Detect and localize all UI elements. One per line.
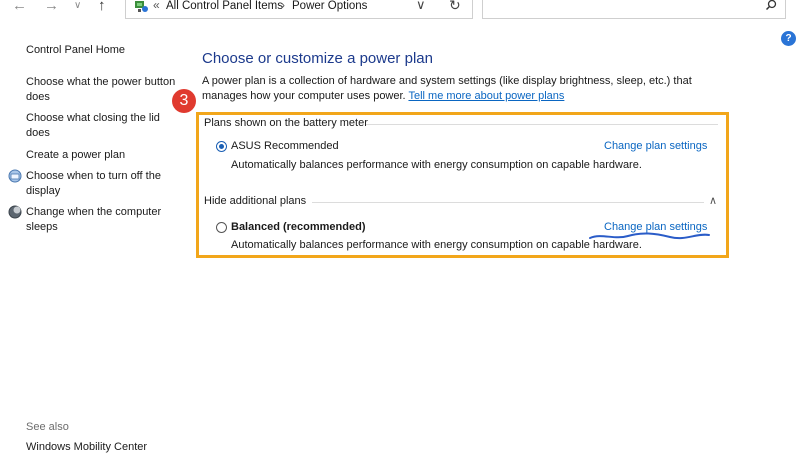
control-panel-home-link[interactable]: Control Panel Home <box>26 43 125 58</box>
chevron-down-icon[interactable]: ∨ <box>416 0 426 13</box>
breadcrumb-separator: › <box>281 0 285 12</box>
plan-name-balanced[interactable]: Balanced (recommended) <box>231 221 365 233</box>
intro-text: A power plan is a collection of hardware… <box>202 74 722 103</box>
group-divider <box>366 124 718 125</box>
plan-name-asus[interactable]: ASUS Recommended <box>231 140 339 152</box>
search-box[interactable] <box>482 0 786 19</box>
sleep-icon <box>8 205 22 219</box>
sidebar-item-create-plan[interactable]: Create a power plan <box>26 148 125 163</box>
windows-mobility-center-link[interactable]: Windows Mobility Center <box>26 441 147 453</box>
search-icon[interactable] <box>765 0 777 11</box>
help-icon[interactable]: ? <box>781 31 796 46</box>
breadcrumb-power-options[interactable]: Power Options <box>292 0 367 12</box>
group-divider <box>312 202 704 203</box>
sidebar-item-turn-off-display[interactable]: Choose when to turn off the display <box>26 169 176 198</box>
see-also-heading: See also <box>26 421 69 433</box>
group-hide-plans-label: Hide additional plans <box>204 195 307 207</box>
plan-radio-balanced[interactable] <box>216 222 227 233</box>
display-icon <box>8 169 22 183</box>
group-battery-meter-label: Plans shown on the battery meter <box>204 117 368 129</box>
sidebar: Control Panel Home Choose what the power… <box>0 0 190 453</box>
page-title: Choose or customize a power plan <box>202 50 433 67</box>
change-plan-settings-asus[interactable]: Change plan settings <box>604 140 707 152</box>
tell-me-more-link[interactable]: Tell me more about power plans <box>408 90 564 102</box>
plan-description-asus: Automatically balances performance with … <box>231 159 642 171</box>
plan-description-balanced: Automatically balances performance with … <box>231 239 642 251</box>
plan-radio-asus[interactable] <box>216 141 227 152</box>
chevron-up-icon[interactable]: ∧ <box>709 194 717 207</box>
sidebar-item-lid[interactable]: Choose what closing the lid does <box>26 111 166 140</box>
sidebar-item-sleep[interactable]: Change when the computer sleeps <box>26 205 176 234</box>
refresh-icon[interactable]: ↻ <box>449 0 461 14</box>
step-badge: 3 <box>172 89 196 113</box>
sidebar-item-power-button[interactable]: Choose what the power button does <box>26 75 181 104</box>
